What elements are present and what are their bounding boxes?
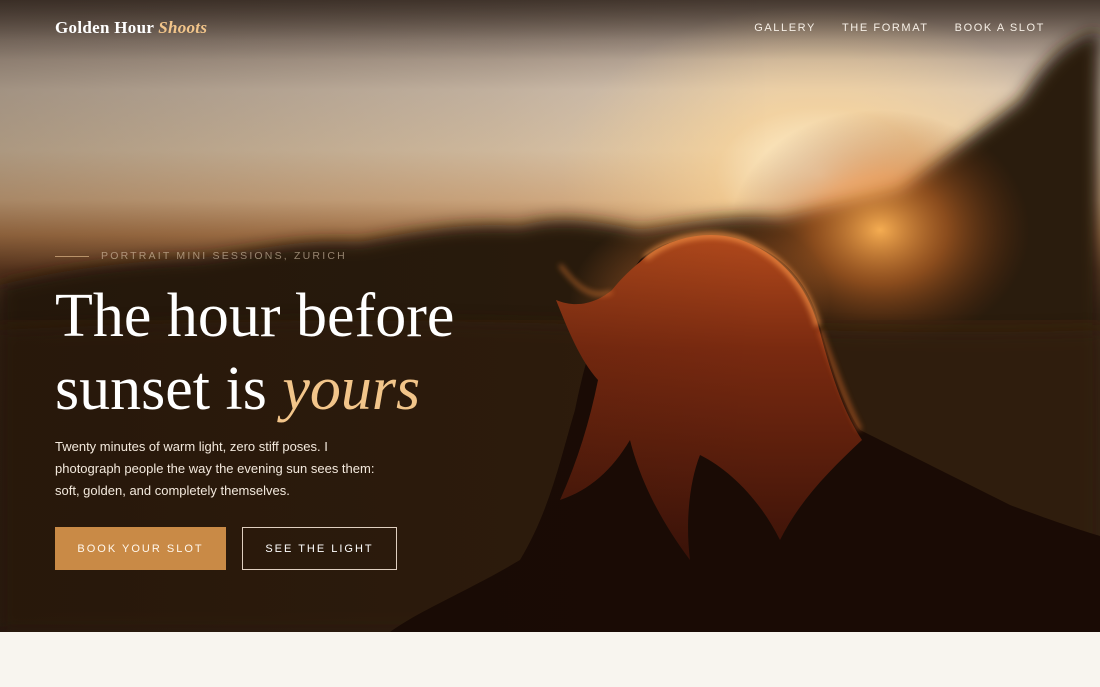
next-section xyxy=(0,632,1100,687)
brand-accent: Shoots xyxy=(158,18,208,37)
main-nav: GALLERY THE FORMAT BOOK A SLOT xyxy=(754,22,1045,34)
hero-headline: The hour before sunset is yours xyxy=(55,280,575,426)
book-your-slot-button[interactable]: BOOK YOUR SLOT xyxy=(55,527,226,570)
see-the-light-button[interactable]: SEE THE LIGHT xyxy=(242,527,397,570)
nav-link-book-a-slot[interactable]: BOOK A SLOT xyxy=(955,22,1045,34)
hero-section: Golden Hour Shoots GALLERY THE FORMAT BOO… xyxy=(0,0,1100,632)
headline-line-2: sunset is xyxy=(55,355,267,423)
eyebrow-divider xyxy=(55,255,89,257)
headline-line-1: The hour before xyxy=(55,282,455,350)
brand-name: Golden Hour xyxy=(55,18,155,37)
eyebrow-text: PORTRAIT MINI SESSIONS, ZURICH xyxy=(101,250,347,262)
hero-eyebrow: PORTRAIT MINI SESSIONS, ZURICH xyxy=(55,250,347,262)
nav-link-gallery[interactable]: GALLERY xyxy=(754,22,816,34)
headline-emphasis: yours xyxy=(282,355,421,423)
nav-link-the-format[interactable]: THE FORMAT xyxy=(842,22,929,34)
hero-lede: Twenty minutes of warm light, zero stiff… xyxy=(55,439,375,498)
brand-logo[interactable]: Golden Hour Shoots xyxy=(55,18,207,38)
